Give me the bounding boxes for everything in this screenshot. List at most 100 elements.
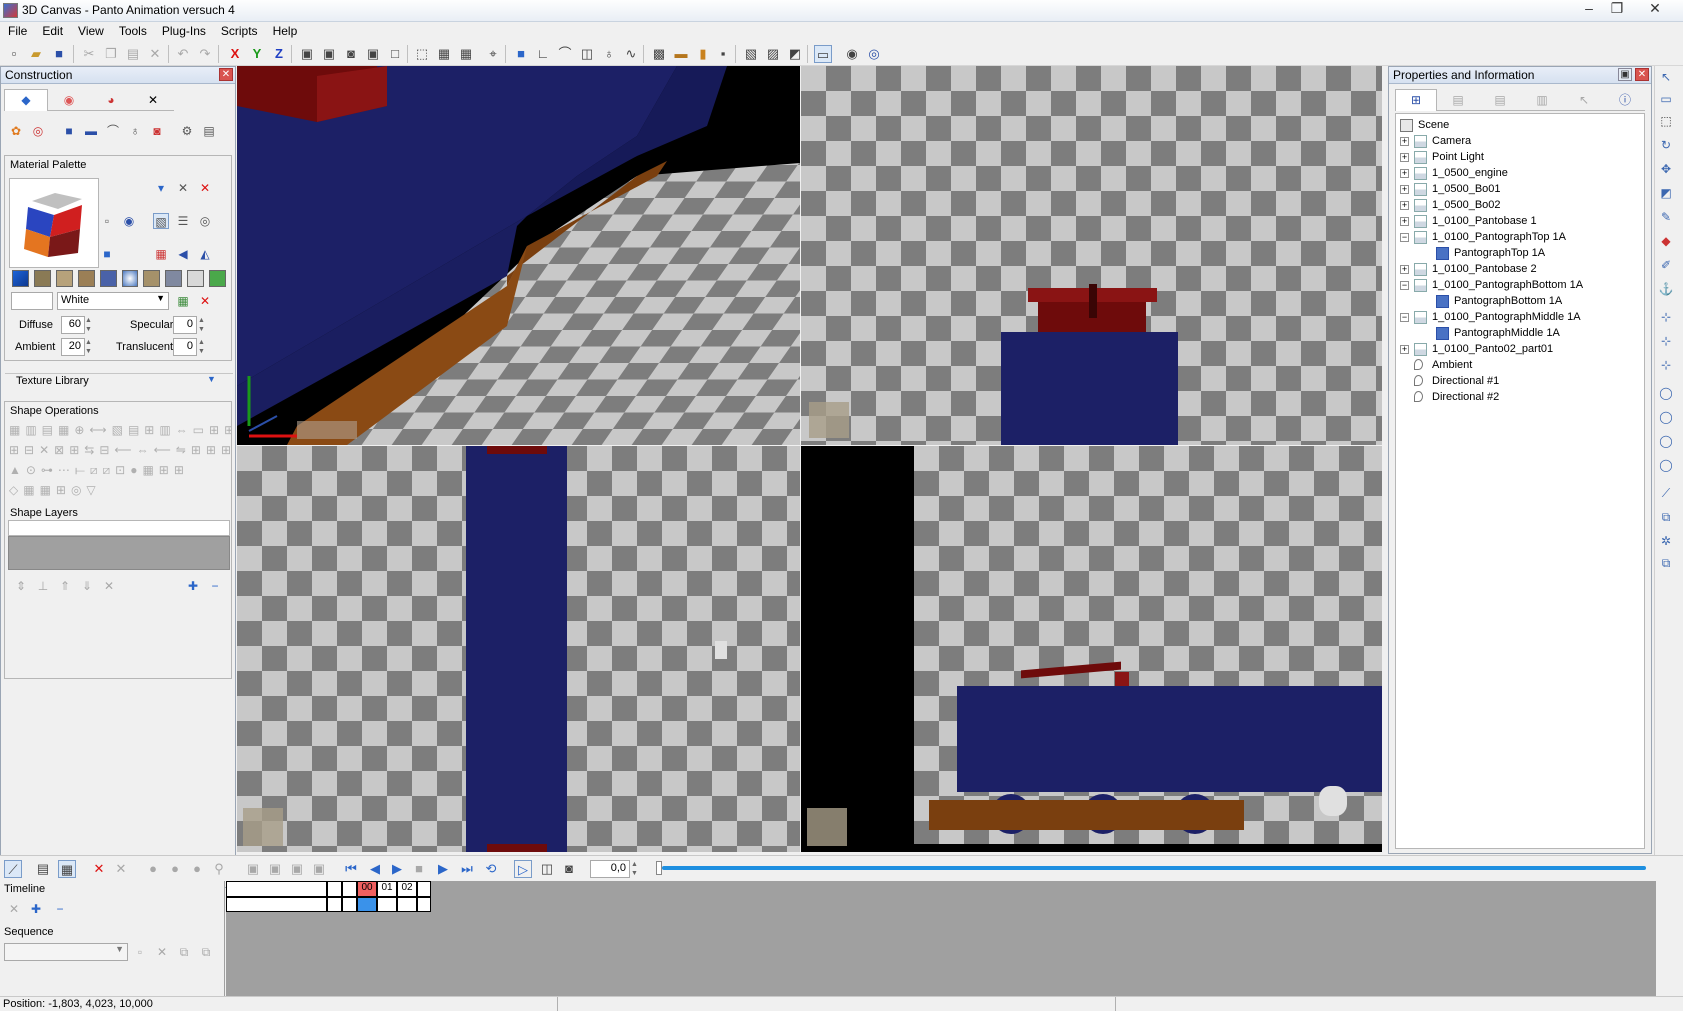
viewport-layout-icon[interactable]: ▭	[814, 45, 832, 63]
layer-up-icon[interactable]: ⇑	[57, 578, 73, 594]
vertex-tool-icon[interactable]: ⊹	[1656, 310, 1676, 328]
axis-gizmo-icon[interactable]: ∟	[534, 45, 552, 63]
lathe-icon[interactable]: ⌒	[556, 45, 574, 63]
axis-x-button[interactable]: X	[226, 45, 244, 63]
layer-lock-icon[interactable]: ⊥	[35, 578, 51, 594]
bulb-icon[interactable]: ♁	[127, 123, 143, 139]
paste-material-icon[interactable]: ◉	[121, 213, 137, 229]
layer-delete-icon[interactable]: ✕	[101, 578, 117, 594]
save-icon[interactable]: ■	[50, 45, 68, 63]
layer-down-icon[interactable]: ⇓	[79, 578, 95, 594]
filter-icon[interactable]: ▾	[153, 180, 169, 196]
knife-tool-icon[interactable]: ⟋	[1656, 486, 1676, 504]
torus-tool-icon[interactable]: ◯	[1656, 434, 1676, 452]
palette-icon[interactable]: ✿	[8, 123, 24, 139]
texture-map-icon[interactable]: ▦	[153, 246, 169, 262]
menu-help[interactable]: Help	[265, 22, 305, 38]
material-cube-icon[interactable]: ■	[99, 246, 115, 262]
texture-view-icon[interactable]: ▦	[435, 45, 453, 63]
stripes-icon[interactable]: ▧	[153, 213, 169, 229]
copy-material-icon[interactable]: ▫	[99, 213, 115, 229]
scale-tool-icon[interactable]: ◩	[1656, 186, 1676, 204]
texture-icon[interactable]: ◙	[149, 123, 165, 139]
brush-tool-icon[interactable]: ✎	[1656, 210, 1676, 228]
swatch-tile[interactable]	[99, 270, 117, 287]
frame-01[interactable]: 01	[377, 881, 397, 897]
pencil-icon[interactable]: ▮	[694, 45, 712, 63]
zoom-extents-icon[interactable]: ▣	[298, 45, 316, 63]
rotate-tool-icon[interactable]: ↻	[1656, 138, 1676, 156]
record-icon[interactable]: ◫	[538, 860, 556, 878]
tab-scene-tree-icon[interactable]: ⊞	[1395, 89, 1437, 111]
key-dot-3-icon[interactable]: ●	[188, 860, 206, 878]
swatch-wood[interactable]	[143, 270, 161, 287]
shape-ops-row-3[interactable]: ▲⊙⊶⋯⟝⧄⧄⊡●▦⊞⊞	[9, 460, 231, 480]
key-mode-icon[interactable]: ⟋	[4, 860, 22, 878]
track-row-cell[interactable]	[342, 897, 357, 912]
swatch-plain[interactable]	[187, 270, 205, 287]
open-folder-icon[interactable]: ▰	[27, 45, 45, 63]
zoom-window-icon[interactable]: ◙	[342, 45, 360, 63]
material-color-swatch[interactable]	[11, 292, 53, 310]
paint-tool-icon[interactable]: ◆	[1656, 234, 1676, 252]
close-panel-icon[interactable]: ✕	[219, 68, 233, 81]
sequence-select[interactable]: ▼	[4, 943, 128, 961]
menu-tools[interactable]: Tools	[111, 22, 154, 38]
new-file-icon[interactable]: ▫	[5, 45, 23, 63]
render-flat-icon[interactable]: ▧	[742, 45, 760, 63]
swatch-metal[interactable]	[165, 270, 183, 287]
tab-transform-icon[interactable]: ▤	[1437, 91, 1479, 111]
snap-icon[interactable]: ⌖	[484, 45, 502, 63]
viewport-perspective[interactable]	[237, 66, 800, 445]
render-multi-icon[interactable]: ◩	[786, 45, 804, 63]
texture-edit-icon[interactable]: ▦	[457, 45, 475, 63]
timeline-remove-icon[interactable]: −	[52, 901, 68, 917]
color-grid-icon[interactable]: ▦	[175, 293, 191, 309]
cut-icon[interactable]: ✂	[80, 45, 98, 63]
viewport-side[interactable]	[801, 446, 1382, 852]
sequence-delete-icon[interactable]: ✕	[154, 944, 170, 960]
tab-pointer-icon[interactable]: ↖	[1563, 91, 1605, 111]
bend-tool-icon[interactable]: ✲	[1656, 534, 1676, 552]
copy-icon[interactable]: ❐	[102, 45, 120, 63]
expand-node-icon[interactable]: +	[1400, 137, 1409, 146]
expand-node-icon[interactable]: +	[1400, 265, 1409, 274]
shape-ops-row-4[interactable]: ◇▦▦⊞◎▽	[9, 480, 231, 500]
pin-panel-icon[interactable]: ▣	[1618, 68, 1632, 81]
material-select[interactable]: White ▼	[57, 292, 169, 310]
expand-node-icon[interactable]: +	[1400, 185, 1409, 194]
light-bulb-icon[interactable]: ♁	[600, 45, 618, 63]
menu-scripts[interactable]: Scripts	[213, 22, 265, 38]
key-link-icon[interactable]: ⚲	[210, 860, 228, 878]
extrude-tool-icon[interactable]: ⧉	[1656, 510, 1676, 528]
tab-animate-icon[interactable]: ▤	[1479, 91, 1521, 111]
tab-layers-icon[interactable]: ▥	[1521, 91, 1563, 111]
tab-tools-icon[interactable]: ✕	[132, 91, 174, 111]
play-range-icon[interactable]: ▷	[514, 860, 532, 878]
frame-00[interactable]: 00	[357, 881, 377, 897]
expand-node-icon[interactable]: +	[1400, 201, 1409, 210]
swatch-blue[interactable]	[12, 270, 29, 287]
last-frame-icon[interactable]: ⏭	[458, 860, 476, 878]
ring-icon[interactable]: ◎	[197, 213, 213, 229]
track-row-cell[interactable]	[377, 897, 397, 912]
remove-color-icon[interactable]: ✕	[197, 293, 213, 309]
collapse-node-icon[interactable]: −	[1400, 313, 1409, 322]
track-row-cell[interactable]	[327, 897, 342, 912]
stack-icon[interactable]: ☰	[175, 213, 191, 229]
timeline-track-area[interactable]: 00 01 02	[226, 881, 1656, 996]
collapse-node-icon[interactable]: −	[1400, 233, 1409, 242]
specular-input[interactable]: 0	[173, 316, 197, 334]
grid-icon[interactable]: ▩	[650, 45, 668, 63]
mirror-icon[interactable]: ◭	[197, 246, 213, 262]
eyedropper-tool-icon[interactable]: ✐	[1656, 258, 1676, 276]
sphere-tool-icon[interactable]: ◯	[1656, 410, 1676, 428]
close-window-button[interactable]: ✕	[1640, 0, 1670, 18]
current-frame-cell[interactable]	[357, 897, 377, 912]
menu-edit[interactable]: Edit	[34, 22, 70, 38]
frame-02[interactable]: 02	[397, 881, 417, 897]
camera-icon[interactable]: ◫	[578, 45, 596, 63]
diffuse-input[interactable]: 60	[61, 316, 85, 334]
render-camera-icon[interactable]: ◉	[843, 45, 861, 63]
menu-view[interactable]: View	[70, 22, 111, 38]
